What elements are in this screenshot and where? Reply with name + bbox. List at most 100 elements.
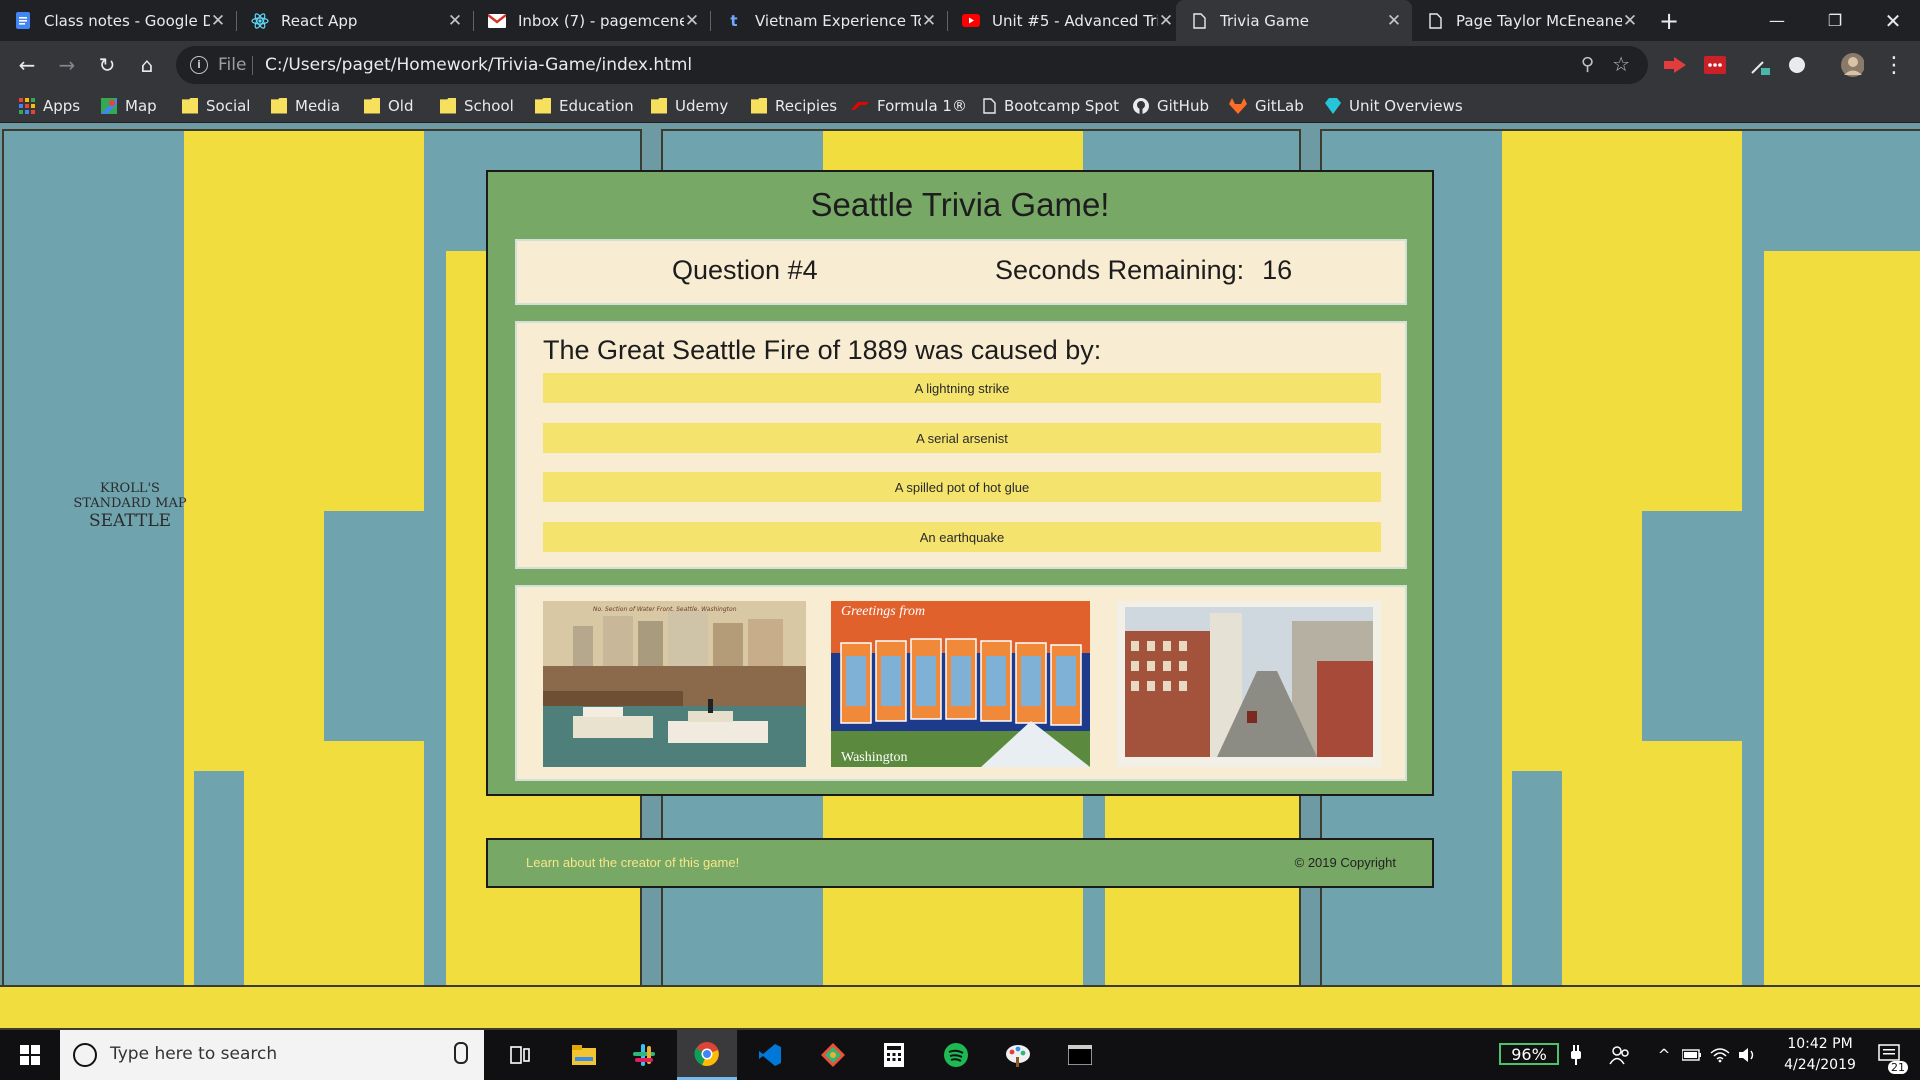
chevron-up-icon[interactable]: ^ [1652,1030,1676,1080]
extension-red-arrow-icon[interactable] [1663,53,1687,77]
bookmark-udemy[interactable]: Udemy [651,89,728,122]
spotify-icon[interactable] [926,1030,986,1080]
bookmark-label: Social [206,96,251,115]
tab-page-taylor[interactable]: Page Taylor McEneaney ✕ [1412,0,1648,41]
bookmark-media[interactable]: Media [271,89,340,122]
react-icon [251,12,269,30]
postcard-caption: Washington [841,750,908,765]
bookmark-star-icon[interactable]: ☆ [1612,52,1630,76]
bookmark-map[interactable]: Map [101,89,157,122]
close-icon[interactable]: ✕ [1622,11,1638,31]
task-view-icon[interactable] [490,1030,550,1080]
extension-lastpass-icon[interactable] [1703,53,1727,77]
greetings-postcard-image: Greetings from Washington [831,601,1090,767]
tab-trivia-game[interactable]: Trivia Game ✕ [1176,0,1412,41]
extension-eyedropper-icon[interactable] [1748,53,1772,77]
bookmark-recipies[interactable]: Recipies [751,89,837,122]
people-icon[interactable] [1604,1030,1634,1080]
bookmark-social[interactable]: Social [182,89,250,122]
close-icon[interactable]: ✕ [1158,11,1174,31]
bookmark-label: Bootcamp Spot [1004,96,1119,115]
forward-button[interactable]: → [51,49,83,81]
windows-start-button[interactable] [0,1030,60,1080]
gmail-icon [488,12,506,30]
tab-title: Inbox (7) - pagemcene [518,11,684,30]
google-docs-icon [14,12,32,30]
info-icon[interactable]: i [190,56,208,74]
creator-link[interactable]: Learn about the creator of this game! [526,855,739,870]
reload-button[interactable]: ↻ [91,49,123,81]
back-button[interactable]: ← [11,49,43,81]
search-placeholder: Type here to search [110,1044,278,1064]
url-text[interactable]: C:/Users/paget/Homework/Trivia-Game/inde… [265,55,692,75]
folder-icon [364,97,380,114]
tab-unit-5[interactable]: Unit #5 - Advanced Triv ✕ [948,0,1184,41]
page-icon [983,97,996,114]
new-tab-button[interactable]: + [1655,7,1683,35]
zoom-icon[interactable]: ⚲ [1581,54,1594,75]
tab-strip: Class notes - Google Do ✕ React App ✕ In… [0,0,1920,41]
battery-tray-icon[interactable] [1680,1030,1704,1080]
tab-react-app[interactable]: React App ✕ [237,0,473,41]
close-icon[interactable]: ✕ [447,11,463,31]
terminal-icon[interactable] [1050,1030,1110,1080]
profile-avatar[interactable] [1840,53,1864,77]
folder-icon [535,97,551,114]
minimize-button[interactable]: — [1748,0,1806,41]
maps-icon [101,97,117,114]
answer-button[interactable]: A spilled pot of hot glue [543,472,1381,502]
chrome-icon[interactable] [677,1030,737,1080]
cortana-icon [73,1043,97,1067]
paint-icon[interactable] [988,1030,1048,1080]
close-icon[interactable]: ✕ [1386,11,1402,31]
bookmark-label: Education [559,96,634,115]
bookmark-label: Udemy [675,96,729,115]
tab-vietnam[interactable]: t Vietnam Experience To ✕ [711,0,947,41]
close-icon[interactable]: ✕ [921,11,937,31]
windows-taskbar: Type here to search 96% ^ 10:42 PM 4/24/… [0,1030,1920,1080]
restore-button[interactable]: ❐ [1806,0,1864,41]
postcard-caption: No. Section of Water Front, Seattle, Was… [593,606,737,613]
close-icon[interactable]: ✕ [210,11,226,31]
answer-button[interactable]: An earthquake [543,522,1381,552]
folder-icon [751,97,767,114]
git-kraken-icon[interactable] [803,1030,863,1080]
bookmark-education[interactable]: Education [535,89,634,122]
bookmark-school[interactable]: School [440,89,514,122]
bookmark-gitlab[interactable]: GitLab [1229,89,1304,122]
volume-icon[interactable] [1736,1030,1760,1080]
menu-kebab-icon[interactable]: ⋮ [1878,49,1910,81]
map-caption: STANDARD MAP [73,496,187,511]
extension-circle-icon[interactable] [1785,53,1809,77]
taskbar-clock[interactable]: 10:42 PM 4/24/2019 [1760,1034,1880,1076]
close-icon[interactable]: ✕ [684,11,700,31]
bookmark-apps[interactable]: Apps [19,89,80,122]
taskbar-search-input[interactable]: Type here to search [60,1030,484,1080]
tab-class-notes[interactable]: Class notes - Google Do ✕ [0,0,236,41]
bookmark-github[interactable]: GitHub [1133,89,1209,122]
answer-button[interactable]: A lightning strike [543,373,1381,403]
address-bar[interactable]: i File C:/Users/paget/Homework/Trivia-Ga… [176,46,1648,84]
file-explorer-icon[interactable] [554,1030,614,1080]
bookmark-formula1[interactable]: Formula 1® [851,89,967,122]
bookmark-old[interactable]: Old [364,89,414,122]
tab-inbox[interactable]: Inbox (7) - pagemcene ✕ [474,0,710,41]
answer-button[interactable]: A serial arsenist [543,423,1381,453]
clock-date: 4/24/2019 [1784,1057,1856,1073]
wifi-icon[interactable] [1708,1030,1732,1080]
status-panel: Question #4 Seconds Remaining: 16 [515,239,1407,305]
notifications-icon[interactable]: 21 [1870,1030,1910,1080]
page-title: Seattle Trivia Game! [810,186,1110,223]
battery-indicator[interactable]: 96% [1499,1043,1559,1065]
bookmark-bootcamp-spot[interactable]: Bootcamp Spot [983,89,1119,122]
vscode-icon[interactable] [740,1030,800,1080]
power-plug-icon[interactable] [1566,1030,1586,1080]
close-window-button[interactable]: ✕ [1864,0,1920,41]
calculator-icon[interactable] [864,1030,924,1080]
home-button[interactable]: ⌂ [131,49,163,81]
microphone-icon[interactable] [454,1042,468,1064]
slack-icon[interactable] [614,1030,674,1080]
trivia-card: Seattle Trivia Game! Question #4 Seconds… [486,170,1434,796]
diamond-icon [1325,97,1341,114]
bookmark-unit-overviews[interactable]: Unit Overviews [1325,89,1463,122]
